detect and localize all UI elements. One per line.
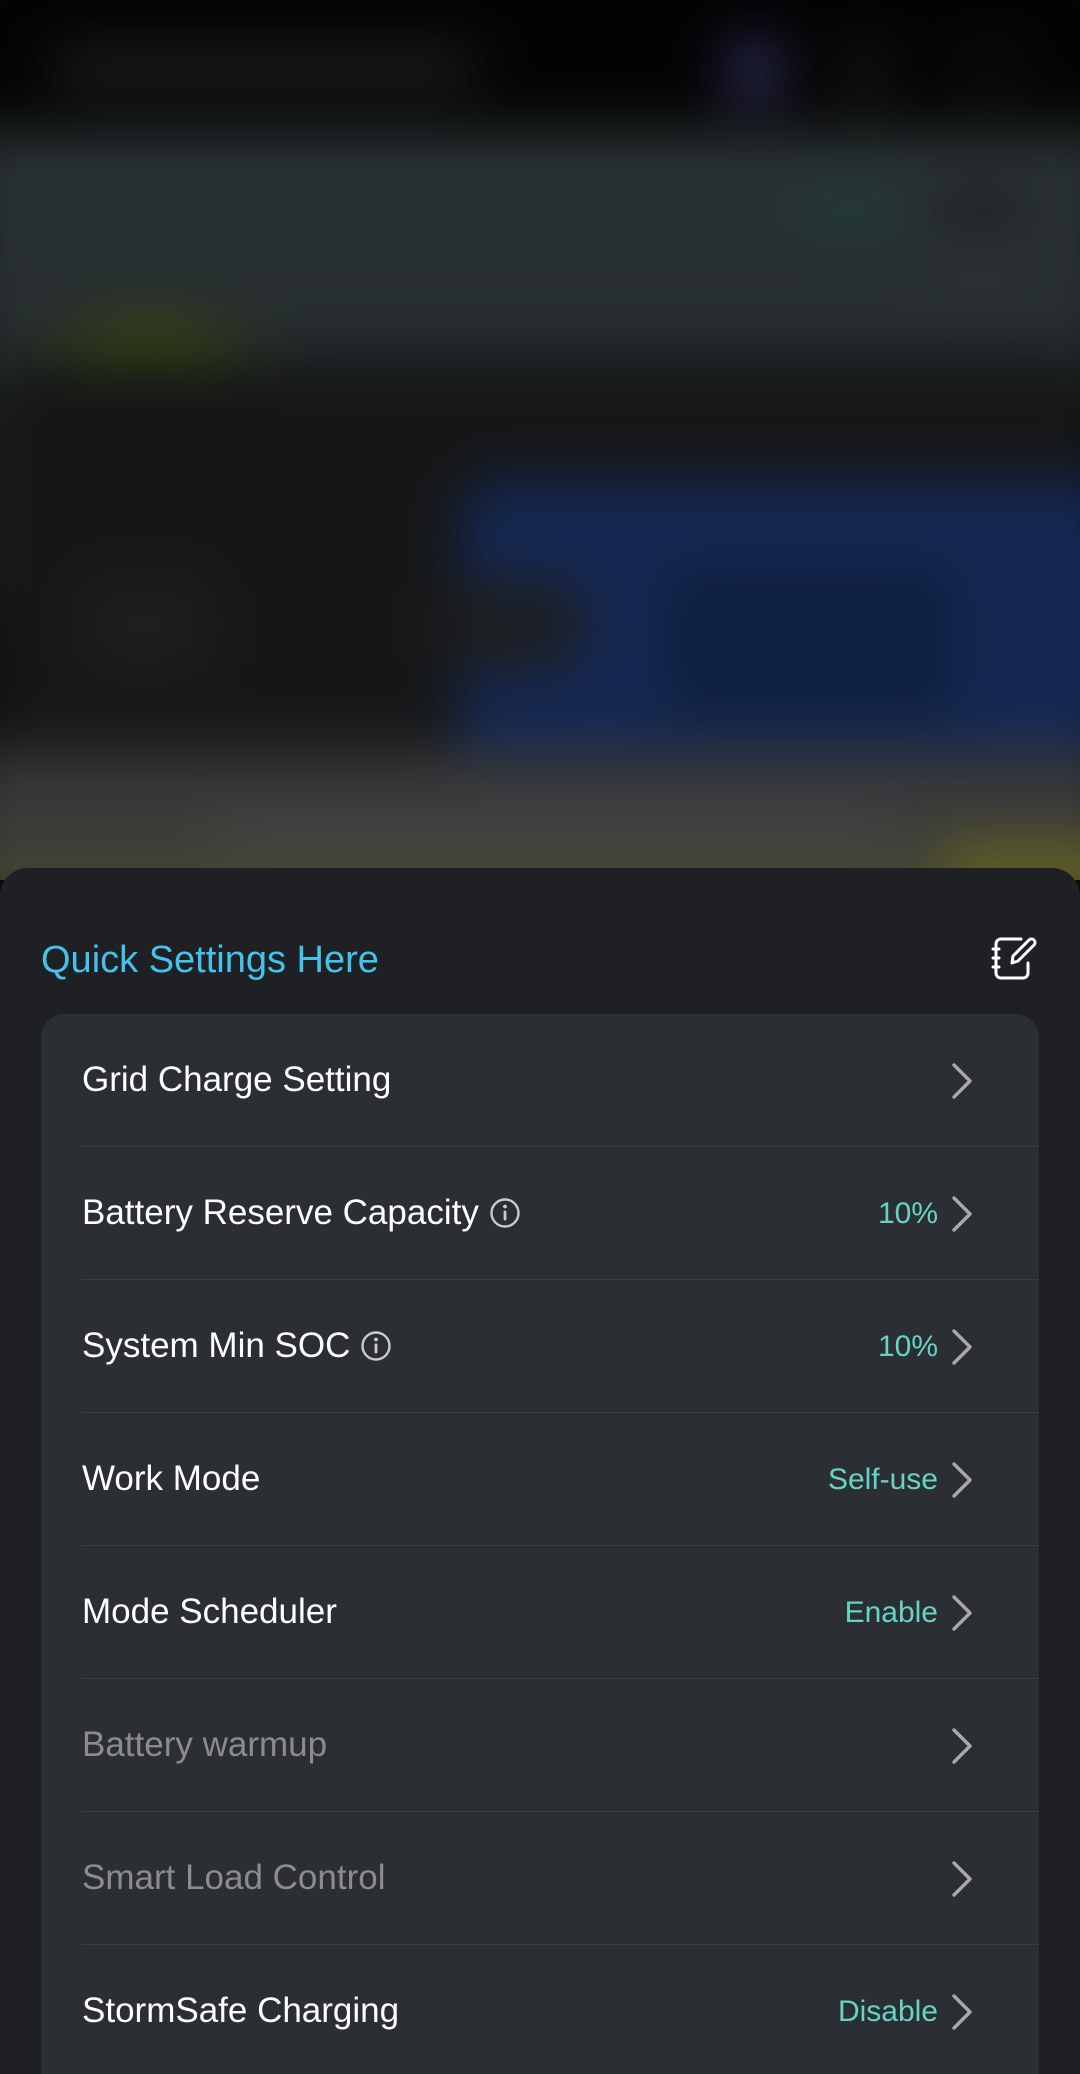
settings-row-label-wrap: Mode Scheduler	[82, 1591, 337, 1633]
screen: Quick Settings Here Grid Charge Setting B…	[0, 0, 1080, 2074]
settings-row-label: System Min SOC	[82, 1326, 351, 1365]
settings-row-value: Disable	[837, 1995, 938, 2028]
info-icon[interactable]	[359, 1329, 393, 1363]
settings-row-label-wrap: Smart Load Control	[82, 1857, 385, 1899]
chevron-right-icon	[947, 1723, 977, 1769]
settings-row-grid-charge-setting[interactable]: Grid Charge Setting	[41, 1014, 1039, 1147]
settings-row-system-min-soc[interactable]: System Min SOC 10%	[41, 1280, 1039, 1413]
info-icon[interactable]	[488, 1196, 522, 1230]
settings-row-label-wrap: Grid Charge Setting	[82, 1059, 391, 1101]
settings-row-value: Enable	[844, 1596, 938, 1629]
edit-note-icon	[991, 937, 1037, 980]
chevron-right-icon	[947, 1058, 977, 1104]
sheet-header: Quick Settings Here	[41, 930, 1041, 990]
chevron-right-icon	[947, 1590, 977, 1636]
chevron-right-icon	[947, 1856, 977, 1902]
settings-row-label: Work Mode	[82, 1459, 261, 1498]
settings-row-label: Mode Scheduler	[82, 1592, 337, 1631]
settings-row-value: 10%	[877, 1330, 938, 1363]
settings-row-label: StormSafe Charging	[82, 1991, 400, 2030]
settings-row-label-wrap: Battery Reserve Capacity	[82, 1192, 522, 1234]
modal-scrim[interactable]	[0, 0, 1080, 880]
quick-settings-sheet: Quick Settings Here Grid Charge Setting B…	[0, 868, 1080, 2074]
settings-row-work-mode[interactable]: Work Mode Self-use	[41, 1413, 1039, 1546]
settings-card: Grid Charge Setting Battery Reserve Capac…	[41, 1014, 1039, 2074]
settings-row-label: Grid Charge Setting	[82, 1060, 392, 1099]
settings-row-battery-reserve-capacity[interactable]: Battery Reserve Capacity 10%	[41, 1147, 1039, 1280]
chevron-right-icon	[947, 1457, 977, 1503]
settings-row-label: Smart Load Control	[82, 1858, 386, 1897]
settings-row-label-wrap: Work Mode	[82, 1458, 260, 1500]
edit-button[interactable]	[986, 930, 1042, 986]
settings-row-value: Self-use	[827, 1463, 938, 1496]
chevron-right-icon	[947, 1191, 977, 1237]
settings-row-label-wrap: StormSafe Charging	[82, 1990, 399, 2032]
settings-row-smart-load-control[interactable]: Smart Load Control	[41, 1812, 1039, 1945]
sheet-title: Quick Settings Here	[41, 939, 379, 981]
settings-row-mode-scheduler[interactable]: Mode Scheduler Enable	[41, 1546, 1039, 1679]
settings-row-value: 10%	[877, 1197, 938, 1230]
settings-row-label-wrap: System Min SOC	[82, 1325, 393, 1367]
settings-row-label: Battery warmup	[82, 1725, 328, 1764]
settings-row-battery-warmup[interactable]: Battery warmup	[41, 1679, 1039, 1812]
settings-row-stormsafe-charging[interactable]: StormSafe Charging Disable	[41, 1945, 1039, 2074]
chevron-right-icon	[947, 1989, 977, 2035]
blurred-background-app[interactable]	[0, 0, 1080, 880]
chevron-right-icon	[947, 1324, 977, 1370]
settings-row-label-wrap: Battery warmup	[82, 1724, 327, 1766]
settings-row-label: Battery Reserve Capacity	[82, 1193, 479, 1232]
